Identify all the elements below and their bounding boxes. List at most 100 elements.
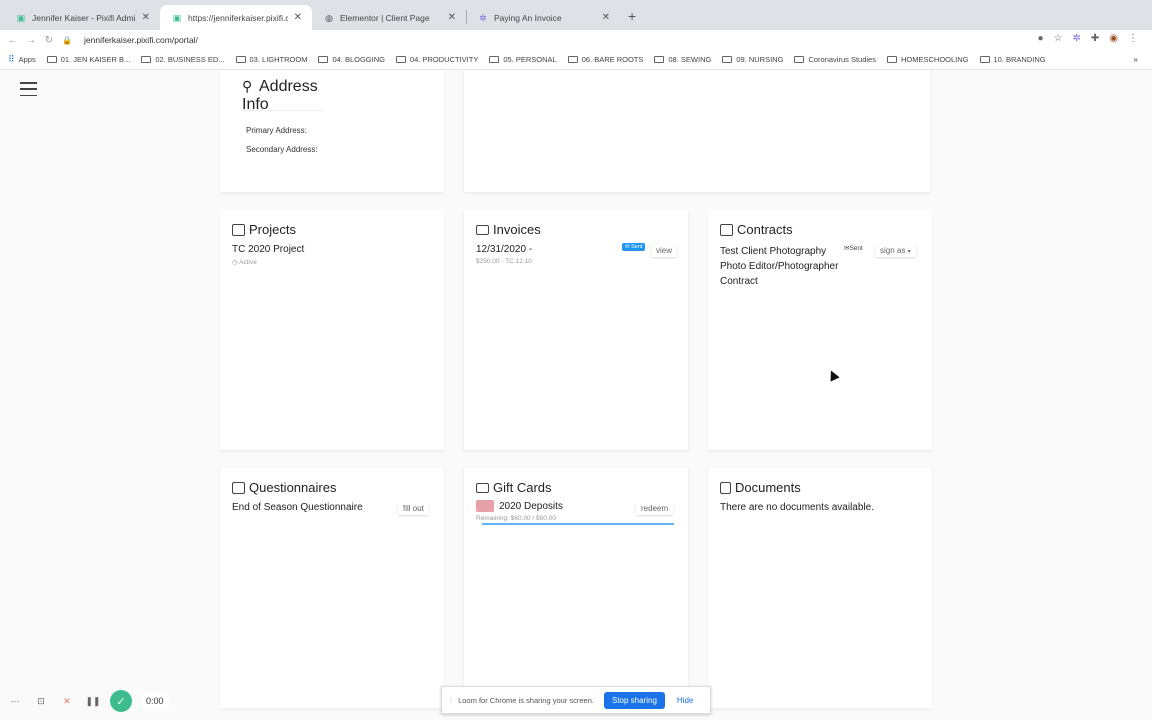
- stop-sharing-button[interactable]: Stop sharing: [603, 691, 665, 709]
- projects-heading: Projects: [232, 222, 296, 237]
- more-icon[interactable]: ⋯: [6, 692, 24, 710]
- close-icon[interactable]: ✕: [602, 12, 610, 23]
- invoice-link[interactable]: 12/31/2020 -: [476, 244, 532, 255]
- finish-recording-icon[interactable]: ✓: [110, 690, 132, 712]
- invoices-card: Invoices 12/31/2020 - $250.00 - TC 12.10…: [464, 210, 688, 450]
- gift-cards-heading: Gift Cards: [476, 480, 552, 495]
- credit-card-icon: [476, 482, 489, 493]
- bookmark-folder[interactable]: 05. PERSONAL: [489, 55, 557, 64]
- folder-icon: [489, 56, 500, 63]
- folder-icon: [886, 56, 897, 63]
- pixifi-icon: ▣: [16, 12, 26, 23]
- project-status: ◷ Active: [232, 259, 257, 266]
- fill-out-button[interactable]: fill out: [398, 502, 429, 515]
- microphone-icon[interactable]: ●: [1037, 33, 1043, 44]
- folder-icon: [46, 56, 57, 63]
- bookmark-folder[interactable]: 08. SEWING: [654, 55, 711, 64]
- avatar[interactable]: ◉: [1109, 33, 1118, 44]
- folder-icon: [722, 56, 733, 63]
- reload-icon[interactable]: ↻: [40, 35, 58, 46]
- address-info-card: ⚲ Address Info Primary Address: Secondar…: [220, 70, 444, 192]
- secondary-address-label: Secondary Address:: [246, 145, 318, 154]
- gift-card-link[interactable]: 2020 Deposits: [499, 501, 563, 512]
- bookmark-folder[interactable]: 04. PRODUCTIVITY: [395, 55, 478, 64]
- camera-off-icon[interactable]: ⊡: [32, 692, 50, 710]
- edit-icon: [720, 223, 733, 236]
- close-icon[interactable]: ✕: [294, 12, 302, 23]
- hamburger-menu-icon[interactable]: [20, 82, 37, 96]
- folder-icon: [395, 56, 406, 63]
- bookmark-folder[interactable]: 03. LIGHTROOM: [235, 55, 307, 64]
- url-input[interactable]: jenniferkaiser.pixifi.com/portal/: [84, 35, 198, 45]
- contracts-heading: Contracts: [720, 222, 793, 237]
- recording-timer: 0:00: [140, 693, 170, 709]
- tab-pixifi-admin[interactable]: ▣ Jennifer Kaiser - Pixifi Admin ✕: [4, 5, 160, 30]
- loom-controls: ⋯ ⊡ ✕ ❚❚ ✓ 0:00: [6, 690, 170, 712]
- extension-icon[interactable]: ✲: [1072, 33, 1080, 44]
- bookmark-apps[interactable]: ⠿ Apps: [8, 54, 36, 65]
- bookmark-folder[interactable]: 10. BRANDING: [979, 55, 1046, 64]
- view-invoice-button[interactable]: view: [651, 244, 678, 257]
- bookmark-folder[interactable]: 01. JEN KAISER B...: [46, 55, 130, 64]
- blank-card: [464, 70, 930, 192]
- address-info-title: Address Info: [242, 78, 318, 113]
- contracts-card: Contracts Test Client Photography Photo …: [708, 210, 932, 450]
- folder-icon: [232, 223, 245, 236]
- new-tab-button[interactable]: +: [628, 8, 636, 24]
- contract-link[interactable]: Test Client Photography Photo Editor/Pho…: [720, 244, 838, 289]
- bookmark-folder[interactable]: 04. BLOGGING: [318, 55, 385, 64]
- sign-as-dropdown[interactable]: sign as ▾: [875, 244, 916, 257]
- status-badge: ✉ Sent: [622, 243, 646, 251]
- toolbar-icons: ● ☆ ✲ ✚ ◉ ⋮: [1037, 33, 1138, 44]
- browser-tab-bar: ▣ Jennifer Kaiser - Pixifi Admin ✕ ▣ htt…: [0, 0, 1152, 30]
- credit-card-icon: [476, 224, 489, 235]
- tab-portal[interactable]: ▣ https://jenniferkaiser.pixifi.com ✕: [160, 5, 312, 30]
- edit-icon: [232, 481, 245, 494]
- hide-button[interactable]: Hide: [677, 696, 693, 705]
- contract-status: ✉Sent: [844, 245, 863, 252]
- puzzle-icon[interactable]: ✚: [1091, 33, 1099, 44]
- folder-icon: [318, 56, 329, 63]
- apps-grid-icon: ⠿: [8, 54, 15, 64]
- projects-card: Projects TC 2020 Project ◷ Active: [220, 210, 444, 450]
- questionnaires-heading: Questionnaires: [232, 480, 336, 495]
- folder-icon: [654, 56, 665, 63]
- gift-card-remaining: Remaining: $60.00 / $60.00: [476, 515, 556, 522]
- folder-icon: [141, 56, 152, 63]
- invoices-heading: Invoices: [476, 222, 541, 237]
- gift-cards-card: Gift Cards 2020 Deposits Remaining: $60.…: [464, 468, 688, 708]
- menu-dots-icon[interactable]: ⋮: [1128, 33, 1138, 44]
- close-icon[interactable]: ✕: [142, 12, 150, 23]
- cancel-recording-icon[interactable]: ✕: [58, 692, 76, 710]
- globe-icon: ◍: [325, 12, 333, 23]
- bookmarks-bar: ⠿ Apps 01. JEN KAISER B... 02. BUSINESS …: [0, 50, 1152, 70]
- bookmark-folder[interactable]: HOMESCHOOLING: [886, 55, 969, 64]
- questionnaire-link[interactable]: End of Season Questionnaire: [232, 502, 363, 513]
- bookmark-folder[interactable]: 09. NURSING: [722, 55, 783, 64]
- invoice-amount: $250.00 - TC 12.10: [476, 258, 532, 265]
- gift-card-progress: [482, 523, 674, 525]
- divider: [242, 110, 324, 111]
- folder-icon: [979, 56, 990, 63]
- bookmarks-overflow-button[interactable]: »: [1134, 55, 1138, 64]
- tab-paying-invoice[interactable]: ✲ Paying An Invoice ✕: [466, 5, 620, 30]
- documents-heading: Documents: [720, 480, 801, 495]
- folder-icon: [794, 56, 805, 63]
- screen-share-banner: ⁞ Loom for Chrome is sharing your screen…: [441, 686, 711, 714]
- share-message: Loom for Chrome is sharing your screen.: [458, 695, 594, 705]
- drag-handle-icon[interactable]: ⁞: [450, 696, 452, 705]
- close-icon[interactable]: ✕: [448, 12, 456, 23]
- tab-elementor[interactable]: ◍ Elementor | Client Page ✕: [312, 5, 466, 30]
- pause-icon[interactable]: ❚❚: [84, 692, 102, 710]
- project-link[interactable]: TC 2020 Project: [232, 244, 304, 255]
- bookmark-folder[interactable]: 02. BUSINESS ED...: [141, 55, 225, 64]
- folder-icon: [567, 56, 578, 63]
- back-icon[interactable]: ←: [4, 35, 22, 46]
- forward-icon[interactable]: →: [22, 35, 40, 46]
- bookmark-folder[interactable]: 06. BARE ROOTS: [567, 55, 643, 64]
- primary-address-label: Primary Address:: [246, 126, 307, 135]
- redeem-button[interactable]: redeem: [636, 502, 674, 515]
- star-icon[interactable]: ☆: [1054, 33, 1063, 44]
- gear-icon: ✲: [479, 12, 487, 23]
- bookmark-folder[interactable]: Coronavirus Studies: [794, 55, 876, 64]
